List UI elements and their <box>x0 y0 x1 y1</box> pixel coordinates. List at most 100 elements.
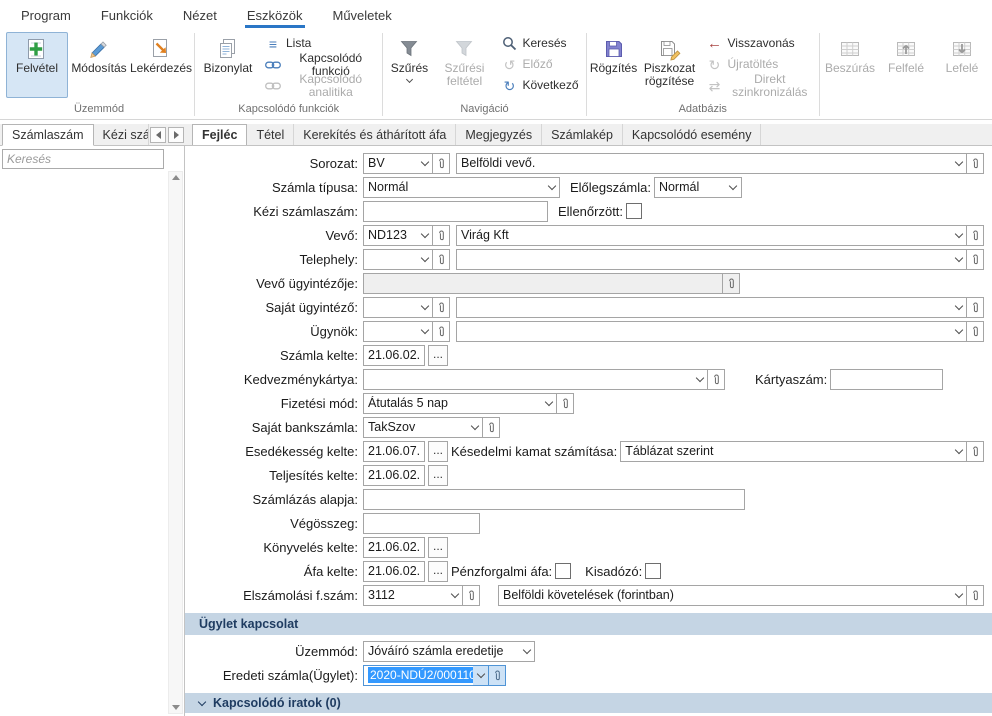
kesedelmi-kamat-combo[interactable]: Táblázat szerint <box>620 441 967 462</box>
scroll-down-icon[interactable] <box>172 705 180 710</box>
scroll-up-icon[interactable] <box>172 175 180 180</box>
scrollbar[interactable] <box>168 171 183 714</box>
attachment-button[interactable] <box>967 585 984 606</box>
attachment-button[interactable] <box>967 249 984 270</box>
table-icon <box>838 35 862 62</box>
ellenorzott-checkbox[interactable] <box>626 203 642 219</box>
vevo-kod-combo[interactable]: ND123 <box>363 225 433 246</box>
tab-tetel[interactable]: Tétel <box>247 124 294 145</box>
menu-program[interactable]: Program <box>6 0 86 30</box>
kisadozo-checkbox[interactable] <box>645 563 661 579</box>
modositas-button[interactable]: Módosítás <box>68 32 130 98</box>
kapcsolodo-analitika-button[interactable]: Kapcsolódó analitika <box>259 75 380 96</box>
attachment-button[interactable] <box>723 273 740 294</box>
kezi-szamlaszam-input[interactable] <box>363 201 548 222</box>
form-row: Könyvelés kelte: ... <box>185 535 992 559</box>
penzforgalmi-afa-checkbox[interactable] <box>555 563 571 579</box>
elszamolasi-fszam-combo[interactable]: 3112 <box>363 585 463 606</box>
field-label: Kedvezménykártya: <box>185 372 363 387</box>
sajat-ugyintezo-kod-combo[interactable] <box>363 297 433 318</box>
ugynok-nev-combo[interactable] <box>456 321 967 342</box>
fizetesi-mod-combo[interactable]: Átutalás 5 nap <box>363 393 557 414</box>
kereses-button[interactable]: Keresés <box>495 33 583 54</box>
telephely-nev-combo[interactable] <box>456 249 967 270</box>
szamla-tipusa-combo[interactable]: Normál <box>363 177 560 198</box>
sajat-bankszamla-combo[interactable]: TakSzov <box>363 417 483 438</box>
menu-nezet[interactable]: Nézet <box>168 0 232 30</box>
felfele-button[interactable]: Felfelé <box>878 32 934 98</box>
telephely-kod-combo[interactable] <box>363 249 433 270</box>
selected-combo-value: 2020-NDÚ2/000110 <box>368 667 473 683</box>
kartyaszam-input[interactable] <box>830 369 943 390</box>
vegosszeg-input[interactable] <box>363 513 480 534</box>
tab-kerekites[interactable]: Kerekítés és áthárított áfa <box>294 124 456 145</box>
date-picker-button[interactable]: ... <box>428 537 448 558</box>
tab-szamlaszam[interactable]: Számlaszám <box>2 124 94 146</box>
chevron-down-icon <box>951 442 966 461</box>
teljesites-kelte-input[interactable] <box>363 465 425 486</box>
attachment-button[interactable] <box>967 153 984 174</box>
tab-fejlec[interactable]: Fejléc <box>192 124 247 145</box>
kovetkezo-button[interactable]: ↻ Következő <box>495 75 583 96</box>
attachment-button[interactable] <box>967 225 984 246</box>
invoice-list[interactable] <box>0 169 184 716</box>
attachment-button[interactable] <box>557 393 574 414</box>
direkt-szinkronizalas-button[interactable]: ⇄ Direkt szinkronizálás <box>701 75 817 96</box>
chevron-down-icon <box>951 586 966 605</box>
tab-scroll-right-button[interactable] <box>168 127 184 143</box>
felvetel-button[interactable]: Felvétel <box>6 32 68 98</box>
elozo-button[interactable]: ↺ Előző <box>495 54 583 75</box>
afa-kelte-input[interactable] <box>363 561 425 582</box>
menu-funkciok[interactable]: Funkciók <box>86 0 168 30</box>
visszavonas-button[interactable]: ← Visszavonás <box>701 33 817 54</box>
date-picker-button[interactable]: ... <box>428 345 448 366</box>
date-picker-button[interactable]: ... <box>428 561 448 582</box>
attachment-button[interactable] <box>967 441 984 462</box>
ugynok-kod-combo[interactable] <box>363 321 433 342</box>
szamlazas-alapja-input[interactable] <box>363 489 745 510</box>
attachment-button[interactable] <box>433 225 450 246</box>
attachment-button[interactable] <box>463 585 480 606</box>
sajat-ugyintezo-nev-combo[interactable] <box>456 297 967 318</box>
bizonylat-button[interactable]: Bizonylat <box>197 32 259 98</box>
attachment-button[interactable] <box>433 153 450 174</box>
elolegszamla-combo[interactable]: Normál <box>654 177 742 198</box>
piszkozat-rogzitese-button[interactable]: Piszkozat rögzítése <box>639 32 701 98</box>
szamla-kelte-input[interactable] <box>363 345 425 366</box>
elszamolasi-fszam-nev-combo[interactable]: Belföldi követelések (forintban) <box>498 585 967 606</box>
attachment-button[interactable] <box>967 297 984 318</box>
tab-megjegyzes[interactable]: Megjegyzés <box>456 124 542 145</box>
uzemmod-combo[interactable]: Jóváíró számla eredetije <box>363 641 535 662</box>
search-input[interactable] <box>2 149 164 169</box>
eredeti-szamla-combo[interactable]: 2020-NDÚ2/000110 <box>363 665 489 686</box>
vevo-nev-combo[interactable]: Virág Kft <box>456 225 967 246</box>
attachment-button[interactable] <box>433 249 450 270</box>
menu-muveletek[interactable]: Műveletek <box>318 0 407 30</box>
attachment-button[interactable] <box>483 417 500 438</box>
kedvezmenykartya-combo[interactable] <box>363 369 708 390</box>
beszuras-button[interactable]: Beszúrás <box>822 32 878 98</box>
kapcsolodo-iratok-header[interactable]: Kapcsolódó iratok (0) <box>185 693 992 713</box>
attachment-button[interactable] <box>433 321 450 342</box>
rogzites-button[interactable]: Rögzítés <box>589 32 639 98</box>
szures-button[interactable]: Szűrés <box>385 32 433 98</box>
attachment-button[interactable] <box>489 665 506 686</box>
sorozat-combo[interactable]: BV <box>363 153 433 174</box>
tab-szamlakep[interactable]: Számlakép <box>542 124 623 145</box>
chevron-down-icon <box>417 298 432 317</box>
lekerdezes-button[interactable]: Lekérdezés <box>130 32 192 98</box>
attachment-button[interactable] <box>967 321 984 342</box>
date-picker-button[interactable]: ... <box>428 465 448 486</box>
sorozat-nev-combo[interactable]: Belföldi vevő. <box>456 153 967 174</box>
tab-kapcsolodo-esemeny[interactable]: Kapcsolódó esemény <box>623 124 762 145</box>
attachment-button[interactable] <box>433 297 450 318</box>
tab-kezi-szamlaszam[interactable]: Kézi számlas <box>94 124 149 145</box>
szuresi-feltetel-button[interactable]: Szűrési feltétel <box>433 32 495 98</box>
date-picker-button[interactable]: ... <box>428 441 448 462</box>
esedekesseg-kelte-input[interactable] <box>363 441 425 462</box>
lefele-button[interactable]: Lefelé <box>934 32 990 98</box>
tab-scroll-left-button[interactable] <box>150 127 166 143</box>
attachment-button[interactable] <box>708 369 725 390</box>
menu-eszkozok[interactable]: Eszközök <box>232 0 318 30</box>
konyveles-kelte-input[interactable] <box>363 537 425 558</box>
